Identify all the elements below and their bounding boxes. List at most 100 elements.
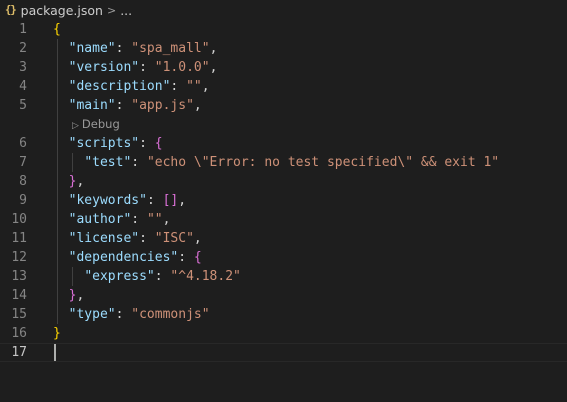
code-line[interactable]: 17 — [0, 343, 567, 362]
punctuation — [53, 231, 69, 246]
punctuation — [53, 60, 69, 75]
punctuation — [53, 212, 69, 227]
codelens-debug[interactable]: ▷ Debug — [0, 115, 567, 134]
codelens-label: Debug — [81, 117, 120, 131]
line-number: 6 — [19, 136, 27, 151]
code-text: } — [53, 324, 61, 343]
json-key: "license" — [68, 231, 140, 246]
code-line[interactable]: 3 "version": "1.0.0", — [0, 58, 567, 77]
code-line[interactable]: 14 }, — [0, 286, 567, 305]
punctuation: : — [139, 231, 155, 246]
code-text: "scripts": { — [53, 134, 163, 153]
json-string: "app.js" — [131, 98, 194, 113]
code-line[interactable]: 12 "dependencies": { — [0, 248, 567, 267]
breadcrumb: {} package.json > ... — [0, 0, 567, 20]
punctuation — [53, 98, 69, 113]
breadcrumb-more[interactable]: ... — [120, 3, 132, 18]
punctuation: : — [115, 41, 132, 56]
punctuation: , — [178, 193, 187, 208]
punctuation — [53, 136, 69, 151]
json-key: "main" — [68, 98, 116, 113]
json-file-icon: {} — [5, 4, 17, 16]
code-line[interactable]: 7 "test": "echo \"Error: no test specifi… — [0, 153, 567, 172]
punctuation: : — [146, 193, 163, 208]
code-line[interactable]: 1{ — [0, 20, 567, 39]
code-text: "type": "commonjs" — [53, 305, 210, 324]
punctuation: , — [209, 41, 218, 56]
code-editor[interactable]: {} package.json > ... 1{2 "name": "spa_m… — [0, 0, 567, 402]
punctuation — [53, 307, 69, 322]
code-line[interactable]: 10 "author": "", — [0, 210, 567, 229]
json-string: "commonjs" — [131, 307, 210, 322]
bracket: } — [53, 326, 61, 341]
chevron-right-icon: > — [106, 3, 117, 17]
punctuation — [53, 79, 69, 94]
punctuation — [53, 193, 69, 208]
punctuation: : — [115, 98, 132, 113]
json-string: "echo \"Error: no test specified\" && ex… — [146, 155, 500, 170]
bracket: { — [193, 250, 202, 265]
punctuation: , — [162, 212, 171, 227]
codelens-debug-link[interactable]: ▷ Debug — [72, 115, 120, 136]
code-line[interactable]: 5 "main": "app.js", — [0, 96, 567, 115]
json-string: "^4.18.2" — [170, 269, 241, 284]
punctuation: , — [193, 98, 202, 113]
bracket: [] — [162, 193, 179, 208]
line-number: 15 — [11, 307, 27, 322]
code-area[interactable]: 1{2 "name": "spa_mall", 3 "version": "1.0… — [0, 20, 567, 362]
punctuation — [53, 288, 69, 303]
punctuation — [53, 269, 84, 284]
text-cursor — [54, 344, 56, 361]
line-number: 8 — [19, 174, 27, 189]
line-number: 10 — [11, 212, 27, 227]
code-line[interactable]: 8 }, — [0, 172, 567, 191]
breadcrumb-file[interactable]: package.json — [21, 3, 103, 18]
json-key: "keywords" — [68, 193, 147, 208]
code-text: "name": "spa_mall", — [53, 39, 218, 58]
punctuation — [53, 41, 69, 56]
punctuation: : — [178, 250, 194, 265]
punctuation: , — [201, 79, 210, 94]
play-icon: ▷ — [72, 121, 79, 131]
bracket: { — [154, 136, 163, 151]
line-number: 1 — [19, 22, 27, 37]
code-line[interactable]: 15 "type": "commonjs" — [0, 305, 567, 324]
code-line[interactable]: 13 "express": "^4.18.2" — [0, 267, 567, 286]
code-line[interactable]: 16} — [0, 324, 567, 343]
code-text: "author": "", — [53, 210, 171, 229]
code-line[interactable]: 2 "name": "spa_mall", — [0, 39, 567, 58]
punctuation — [53, 174, 69, 189]
code-line[interactable]: 4 "description": "", — [0, 77, 567, 96]
code-text: "license": "ISC", — [53, 229, 202, 248]
punctuation: , — [76, 174, 85, 189]
line-number: 3 — [19, 60, 27, 75]
punctuation — [53, 250, 69, 265]
json-key: "test" — [84, 155, 132, 170]
indent-guide — [57, 115, 58, 134]
code-text: { — [53, 20, 61, 39]
line-number: 5 — [19, 98, 27, 113]
code-text: "keywords": [], — [53, 191, 186, 210]
line-number: 9 — [19, 193, 27, 208]
punctuation: : — [139, 136, 155, 151]
code-text: }, — [53, 172, 85, 191]
json-key: "dependencies" — [68, 250, 179, 265]
line-number: 11 — [11, 231, 27, 246]
punctuation: , — [193, 231, 202, 246]
json-key: "name" — [68, 41, 116, 56]
line-number: 13 — [11, 269, 27, 284]
punctuation: : — [154, 269, 171, 284]
code-line[interactable]: 11 "license": "ISC", — [0, 229, 567, 248]
punctuation: : — [131, 155, 147, 170]
code-line[interactable]: 9 "keywords": [], — [0, 191, 567, 210]
code-text: }, — [53, 286, 85, 305]
json-key: "scripts" — [68, 136, 140, 151]
line-number: 14 — [11, 288, 27, 303]
code-line[interactable]: 6 "scripts": { — [0, 134, 567, 153]
code-text: "main": "app.js", — [53, 96, 202, 115]
json-string: "" — [146, 212, 163, 227]
code-text: "express": "^4.18.2" — [53, 267, 241, 286]
json-key: "description" — [68, 79, 171, 94]
code-text: "test": "echo \"Error: no test specified… — [53, 153, 499, 172]
line-number: 12 — [11, 250, 27, 265]
